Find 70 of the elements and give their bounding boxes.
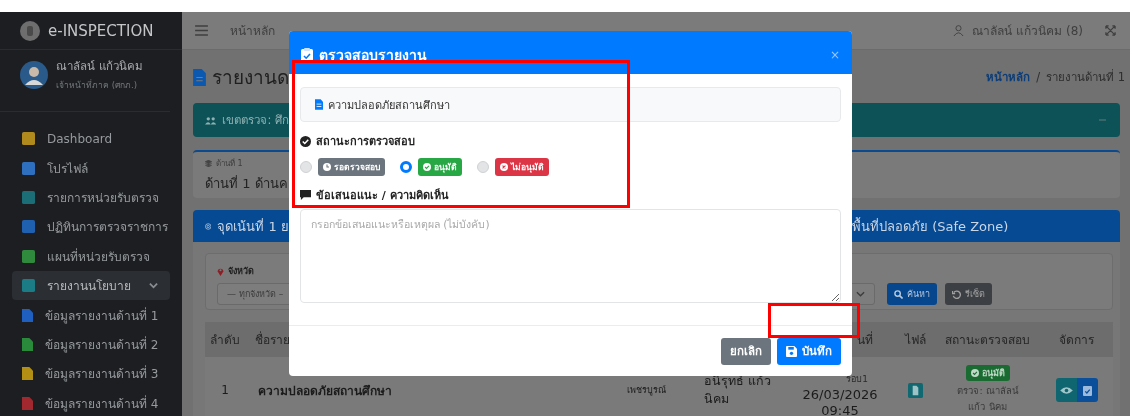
- page-title: รายงานด: [212, 65, 289, 90]
- reviewer-text: ตรวจ: ณาลัลน์ แก้ว นิคม: [956, 384, 1020, 414]
- comment-label: ข้อเสนอแนะ / ความคิดเห็น: [316, 187, 449, 204]
- caret-icon: [149, 281, 158, 291]
- document-icon: [315, 99, 323, 110]
- view-button[interactable]: [1055, 378, 1077, 402]
- chevron-down-icon: [856, 291, 865, 297]
- file-icon[interactable]: [907, 382, 923, 398]
- status-badge: อนุมัติ: [418, 158, 462, 176]
- search-icon: [894, 289, 903, 299]
- clipboard-check-icon: [1082, 384, 1092, 396]
- menu-icon[interactable]: [195, 25, 208, 36]
- aspect-label: ด้านที่ 1: [216, 157, 243, 170]
- document-icon: [193, 68, 206, 86]
- column-header: จัดการ: [1058, 332, 1095, 349]
- reset-icon: [952, 289, 961, 299]
- user-name: ณาลัลน์ แก้วนิคม: [56, 58, 143, 75]
- sidebar-item[interactable]: โปรไฟล์: [0, 153, 170, 183]
- status-badge: อนุมัติ: [965, 365, 1010, 381]
- subject-text: ความปลอดภัยสถานศึกษา: [328, 97, 450, 114]
- column-header: ชื่อราย: [254, 330, 291, 349]
- column-header: ลำดับ: [209, 332, 241, 349]
- check-circle-icon: [300, 135, 311, 147]
- fullscreen-icon[interactable]: [1105, 25, 1116, 36]
- radio-button[interactable]: [400, 161, 412, 173]
- table-cell-text: เพชรบูรณ์: [626, 384, 667, 397]
- sidebar-item[interactable]: แผนที่หน่วยรับตรวจ: [0, 241, 170, 271]
- search-button[interactable]: ค้นหา: [887, 283, 937, 305]
- sidebar-item[interactable]: ข้อมูลรายงานด้านที่ 4: [0, 388, 170, 416]
- date-text: 26/03/2026: [802, 387, 878, 403]
- comment-icon: [300, 189, 311, 201]
- status-badge: ไม่อนุมัติ: [495, 158, 549, 176]
- column-header: สถานะตรวจสอบ: [944, 332, 1031, 349]
- save-icon: [786, 345, 797, 357]
- layers-icon: [205, 159, 212, 167]
- user-icon: [953, 25, 965, 36]
- user-role: เจ้าหน้าที่ภาค (ศกภ.): [56, 78, 139, 92]
- people-icon: [205, 115, 217, 125]
- column-header: ไฟล์: [903, 332, 927, 349]
- comment-field[interactable]: กรอกข้อเสนอแนะหรือเหตุผล (ไม่บังคับ): [300, 209, 841, 303]
- avatar-icon: [20, 60, 48, 89]
- status-badge: รอตรวจสอบ: [318, 158, 385, 176]
- breadcrumb-separator: /: [1036, 70, 1040, 84]
- breadcrumb-current: รายงานด้านที่ 1: [1046, 68, 1125, 86]
- sidebar-item[interactable]: รายงานนโยบาย: [12, 270, 170, 301]
- focus-title: พื้นที่ปลอดภัย (Safe Zone): [852, 216, 1009, 236]
- focus-title: จุดเน้นที่ 1 ย: [217, 217, 289, 237]
- sidebar-item[interactable]: ข้อมูลรายงานด้านที่ 1: [0, 300, 170, 330]
- reset-button[interactable]: รีเซ็ต: [945, 283, 992, 305]
- sidebar-item[interactable]: ข้อมูลรายงานด้านที่ 3: [0, 359, 170, 389]
- sidebar-item[interactable]: Dashboard: [0, 124, 170, 154]
- app-title: e-INSPECTION: [48, 21, 154, 40]
- province-label: จังหวัด: [228, 265, 254, 278]
- time-text: 09:45: [821, 403, 859, 416]
- zone-text: เขตตรวจ: ศึก: [222, 112, 289, 129]
- cancel-button[interactable]: ยกเลิก: [721, 337, 771, 365]
- round-label: รอบ1: [845, 373, 868, 386]
- sidebar-item[interactable]: ข้อมูลรายงานด้านที่ 2: [0, 329, 170, 360]
- dialog-title: ตรวจสอบรายงาน: [319, 45, 427, 65]
- pin-icon: [217, 266, 224, 276]
- status-label: สถานะการตรวจสอบ: [316, 134, 415, 150]
- table-cell-text: ความปลอดภัยสถานศึกษา: [257, 382, 393, 400]
- eye-icon: [1059, 385, 1073, 395]
- save-button[interactable]: บันทึก: [777, 337, 841, 365]
- review-button[interactable]: [1076, 378, 1098, 402]
- sidebar-item[interactable]: ปฏิทินการตรวจราชการ: [0, 212, 170, 242]
- sidebar-item[interactable]: รายการหน่วยรับตรวจ: [0, 182, 170, 213]
- table-cell-text: 1: [220, 383, 230, 397]
- column-header: นที่: [856, 330, 874, 349]
- emblem-icon: [20, 20, 40, 41]
